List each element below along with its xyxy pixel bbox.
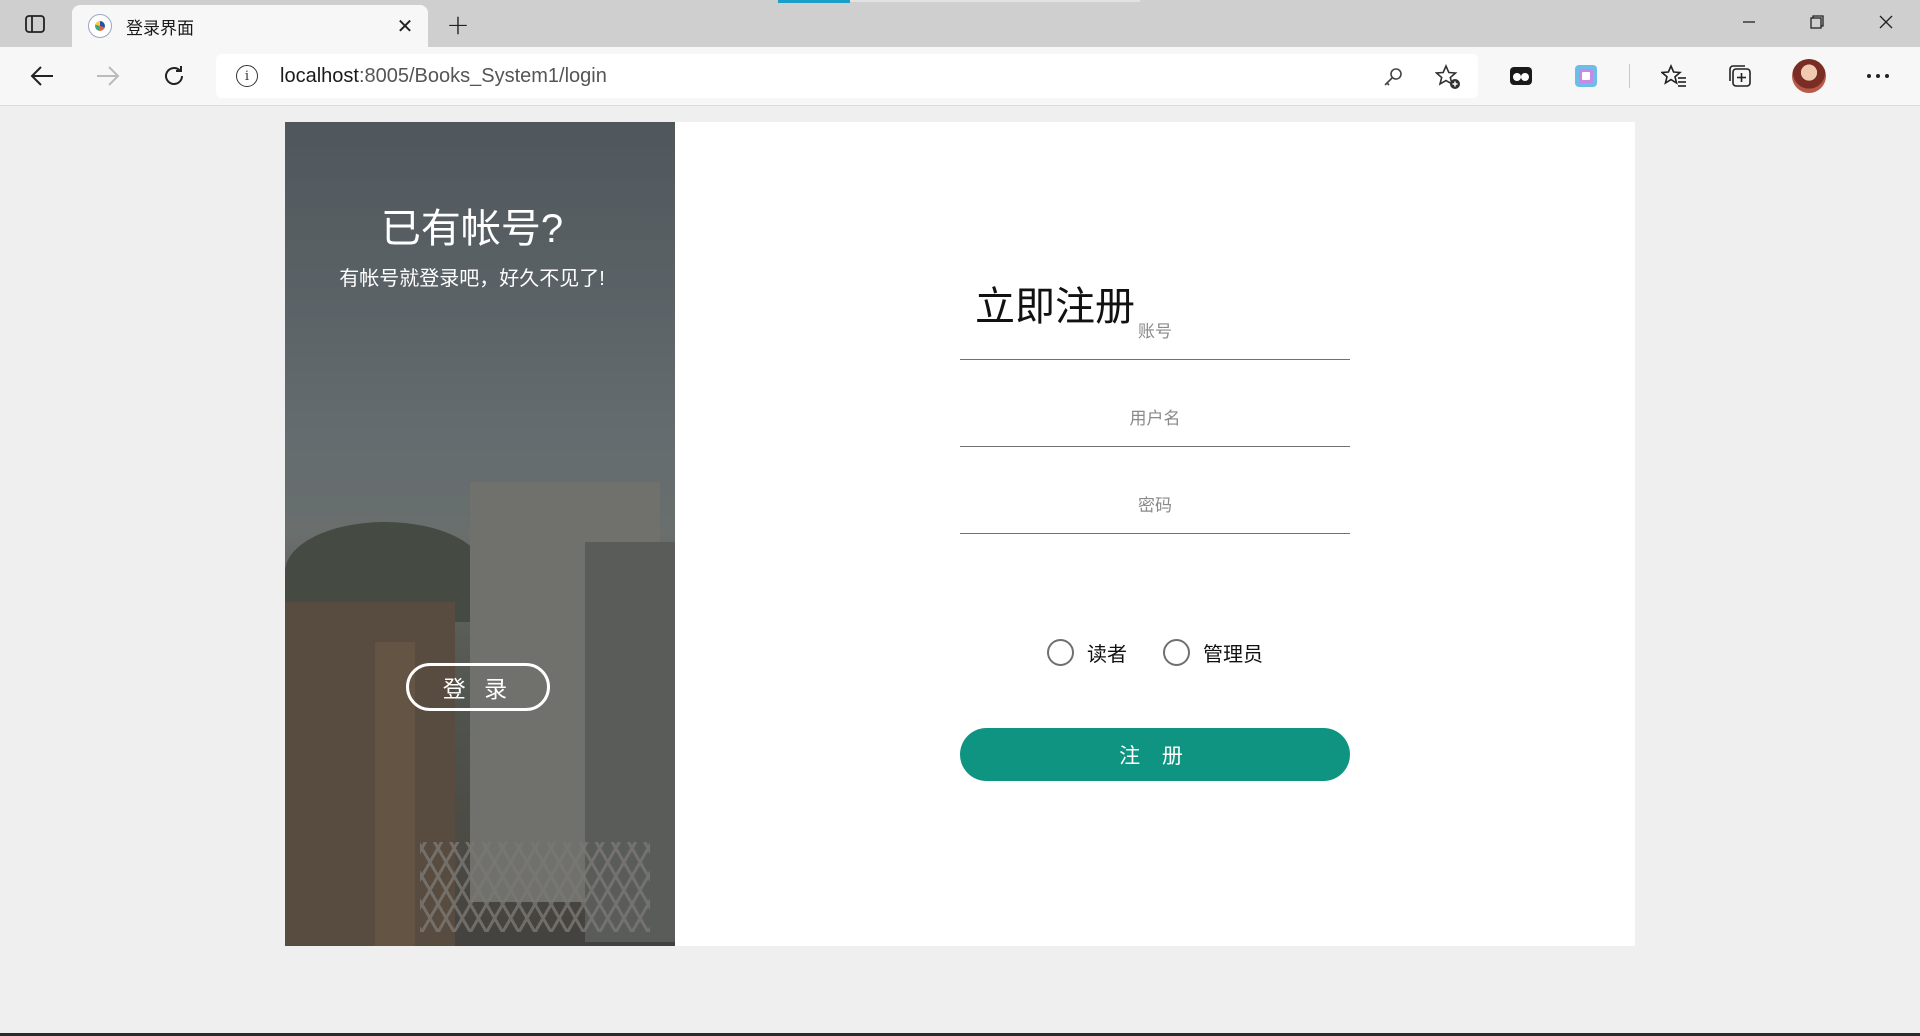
page-body: 已有帐号? 有帐号就登录吧，好久不见了! 登 录 立即注册 读者 管理员 注 册 [0, 106, 1920, 1036]
password-key-icon[interactable] [1379, 63, 1407, 91]
tab-title: 登录界面 [126, 18, 194, 39]
role-option-reader[interactable]: 读者 [1047, 638, 1127, 667]
new-tab-button[interactable]: + [442, 8, 474, 41]
login-side-panel: 已有帐号? 有帐号就登录吧，好久不见了! 登 录 [285, 122, 675, 946]
url-text[interactable]: localhost:8005/Books_System1/login [280, 65, 607, 88]
forward-arrow-icon[interactable] [88, 56, 128, 96]
register-button[interactable]: 注 册 [960, 728, 1350, 781]
extension-icon[interactable] [1505, 60, 1537, 92]
url-path: :8005/Books_System1/login [358, 64, 607, 87]
login-button[interactable]: 登 录 [406, 663, 550, 711]
collections-icon[interactable] [1724, 60, 1756, 92]
toolbar-divider [1629, 64, 1630, 88]
tab-loading-track [850, 0, 1140, 2]
browser-tab[interactable]: 登录界面 ✕ [72, 5, 428, 47]
site-info-icon[interactable]: i [236, 65, 258, 87]
browser-tab-strip: 登录界面 ✕ + [0, 0, 1920, 47]
tab-actions-icon[interactable] [16, 9, 54, 39]
role-radio-group: 读者 管理员 [960, 634, 1350, 670]
address-bar[interactable]: i localhost:8005/Books_System1/login [216, 54, 1478, 98]
add-favorite-icon[interactable] [1434, 63, 1462, 91]
more-menu-icon[interactable] [1862, 60, 1894, 92]
login-panel-subtitle: 有帐号就登录吧，好久不见了! [339, 268, 605, 290]
account-input[interactable] [960, 304, 1350, 360]
password-input[interactable] [960, 478, 1350, 534]
role-label: 读者 [1087, 643, 1127, 666]
browser-toolbar: i localhost:8005/Books_System1/login [0, 47, 1920, 106]
login-panel-title: 已有帐号? [380, 207, 564, 251]
restore-window-icon[interactable] [1783, 0, 1851, 44]
username-input[interactable] [960, 391, 1350, 447]
close-window-icon[interactable] [1852, 0, 1920, 44]
site-favicon-icon [88, 14, 112, 38]
role-label: 管理员 [1203, 643, 1263, 666]
radio-button[interactable] [1163, 638, 1190, 666]
radio-button[interactable] [1047, 638, 1074, 666]
role-option-admin[interactable]: 管理员 [1163, 638, 1263, 667]
minimize-window-icon[interactable] [1715, 0, 1783, 44]
tab-close-icon[interactable]: ✕ [392, 13, 418, 39]
tab-loading-indicator [778, 0, 850, 3]
url-host: localhost [280, 64, 359, 87]
back-arrow-icon[interactable] [22, 56, 62, 96]
favorites-icon[interactable] [1658, 60, 1690, 92]
refresh-icon[interactable] [154, 56, 194, 96]
extension-icon[interactable] [1570, 60, 1602, 92]
profile-avatar[interactable] [1792, 59, 1826, 93]
login-register-card: 已有帐号? 有帐号就登录吧，好久不见了! 登 录 立即注册 读者 管理员 注 册 [285, 122, 1635, 946]
